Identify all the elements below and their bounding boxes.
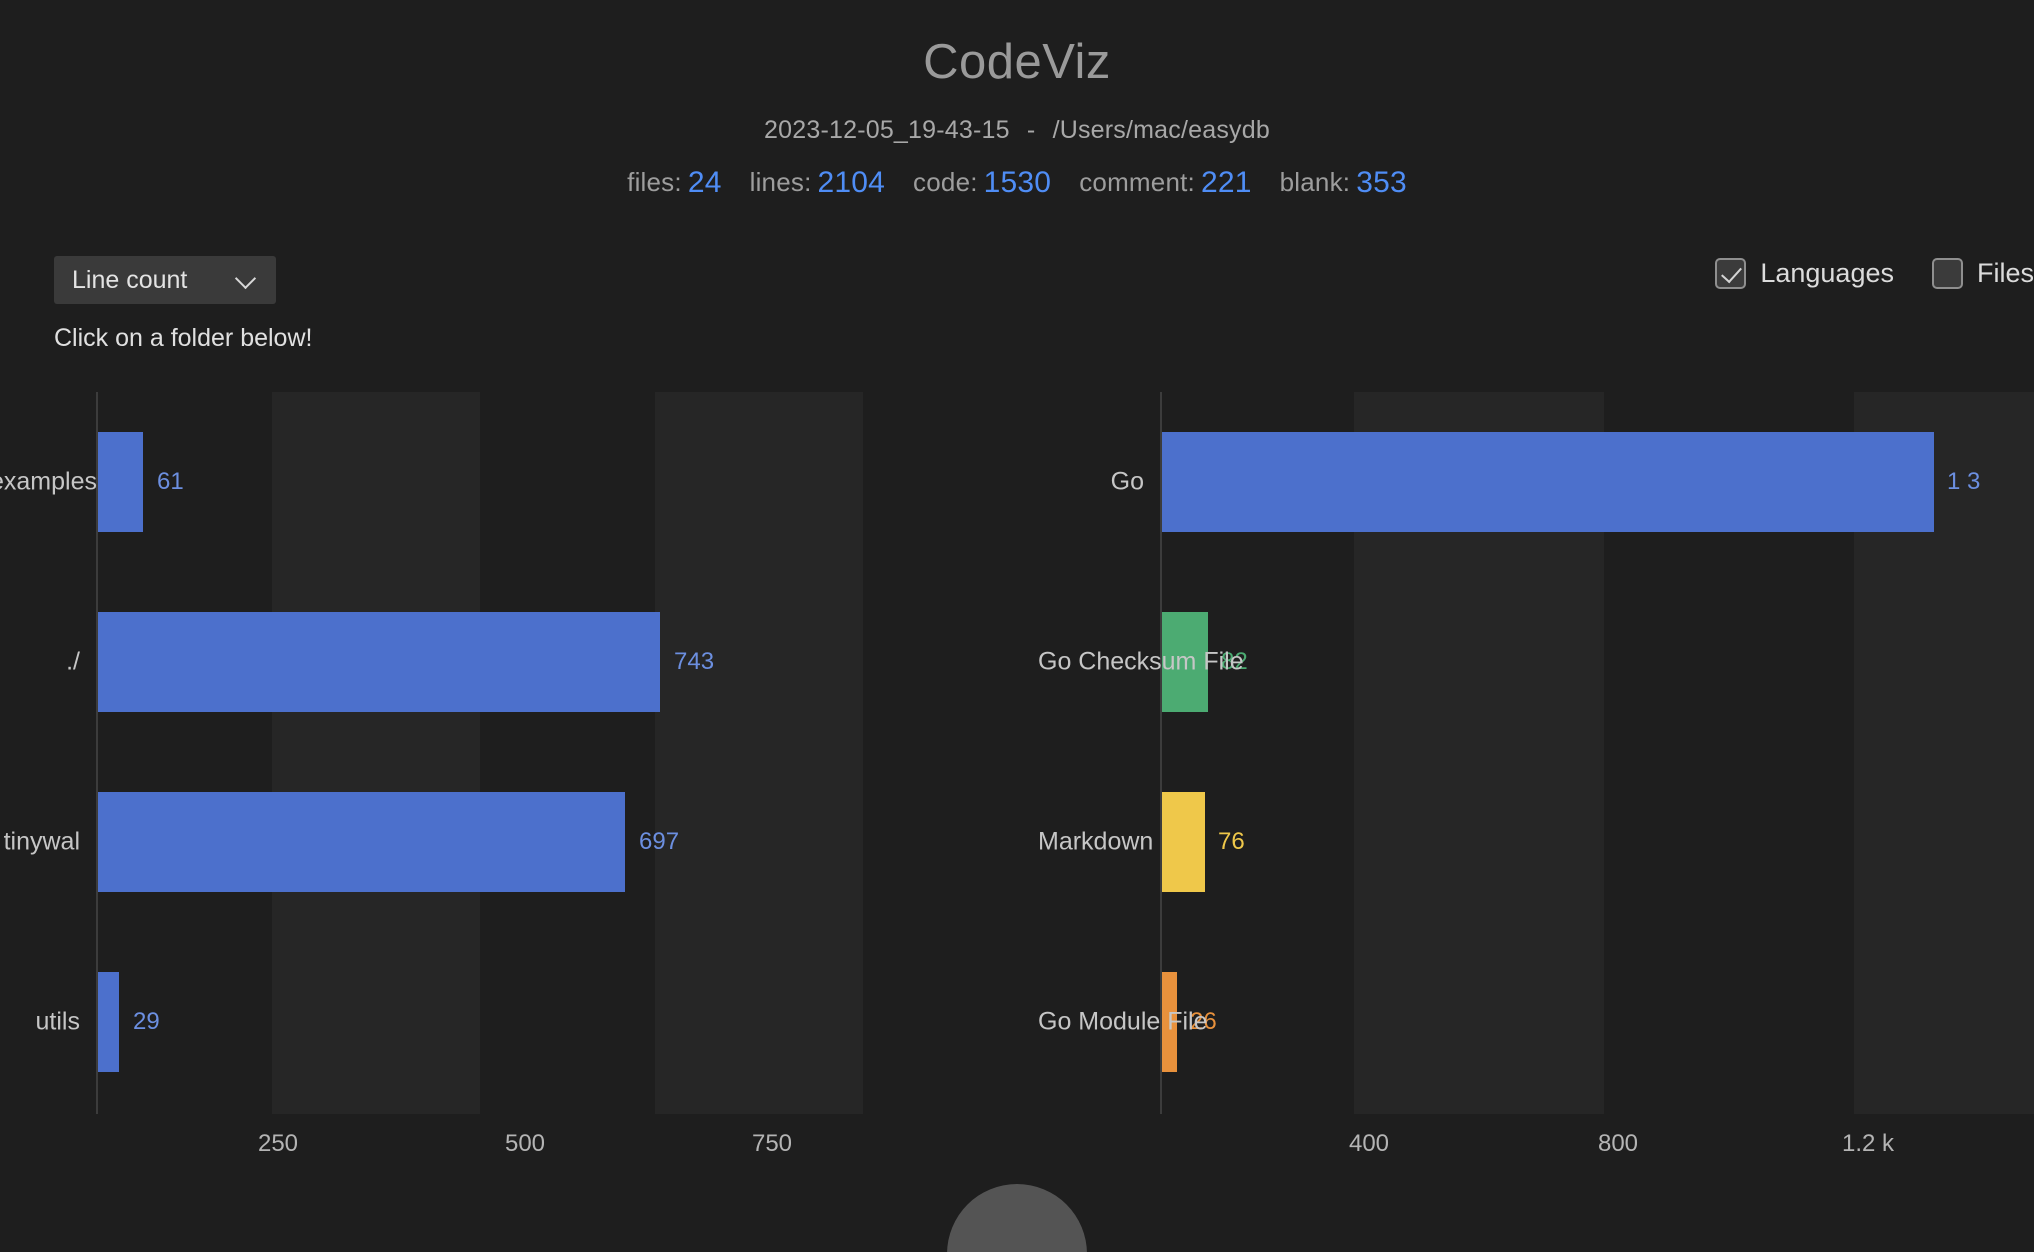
bar-value-examples: 61 xyxy=(157,468,184,495)
report-subtitle: 2023-12-05_19-43-15 - /Users/mac/easydb xyxy=(0,116,2034,145)
chart-folders: 61 743 697 29 examples ./ tinywal utils … xyxy=(0,392,1038,1157)
bar-row-go-checksum-file[interactable]: 82 xyxy=(1161,572,2034,752)
stat-lines: lines: 2104 xyxy=(750,166,885,200)
category-label-root: ./ xyxy=(66,647,80,676)
checkbox-files[interactable]: Files xyxy=(1931,258,2034,289)
stat-code-value: 1530 xyxy=(983,165,1052,199)
stat-blank: blank: 353 xyxy=(1280,166,1407,200)
stat-blank-value: 353 xyxy=(1356,165,1407,199)
chart-folders-axis xyxy=(96,392,98,1114)
category-label-examples: examples xyxy=(0,467,97,496)
chart-languages-axis xyxy=(1160,392,1162,1114)
bar-row-go-module-file[interactable]: 26 xyxy=(1161,932,2034,1112)
checkbox-languages-label: Languages xyxy=(1760,258,1894,288)
chart-folders-plot: 61 743 697 29 xyxy=(97,392,1000,1114)
category-label-tinywal: tinywal xyxy=(3,827,80,856)
bar-tinywal[interactable] xyxy=(97,792,625,892)
bar-value-markdown: 76 xyxy=(1218,828,1245,855)
bar-value-root: 743 xyxy=(674,648,715,675)
stat-comment-label: comment: xyxy=(1079,166,1195,197)
category-label-utils: utils xyxy=(35,1007,80,1036)
folder-hint: Click on a folder below! xyxy=(54,324,313,352)
bar-row-utils[interactable]: 29 xyxy=(97,932,1000,1112)
stat-comment: comment: 221 xyxy=(1079,166,1251,200)
bar-value-go: 1 3 xyxy=(1947,468,1981,495)
page-title: CodeViz xyxy=(923,35,1111,89)
bar-root[interactable] xyxy=(97,612,660,712)
xtick-400: 400 xyxy=(1348,1130,1390,1157)
controls-row: Line count Languages Files xyxy=(0,256,2034,304)
bar-row-tinywal[interactable]: 697 xyxy=(97,752,1000,932)
charts-area: 61 743 697 29 examples ./ tinywal utils … xyxy=(0,392,2034,1157)
category-label-go: Go xyxy=(1110,467,1144,496)
category-label-go-checksum-file: Go Checksum File xyxy=(1038,647,1244,676)
series-toggles: Languages Files xyxy=(1677,258,2034,289)
subtitle-separator: - xyxy=(1026,115,1036,144)
report-path: /Users/mac/easydb xyxy=(1052,115,1270,144)
chart-languages-plot: 1 3 82 76 26 xyxy=(1161,392,2034,1114)
bar-markdown[interactable] xyxy=(1161,792,1205,892)
stat-blank-label: blank: xyxy=(1279,166,1351,197)
bar-value-tinywal: 697 xyxy=(639,828,680,855)
stat-comment-value: 221 xyxy=(1200,165,1252,199)
checkbox-languages[interactable]: Languages xyxy=(1715,258,1894,289)
bar-utils[interactable] xyxy=(97,972,119,1072)
category-label-markdown: Markdown xyxy=(1038,827,1154,856)
checkbox-languages-box[interactable] xyxy=(1715,258,1747,289)
bar-examples[interactable] xyxy=(97,432,143,532)
bar-row-go[interactable]: 1 3 xyxy=(1161,392,2034,572)
bar-row-root[interactable]: 743 xyxy=(97,572,1000,752)
bar-row-examples[interactable]: 61 xyxy=(97,392,1000,572)
stat-code: code: 1530 xyxy=(913,166,1051,200)
stat-lines-label: lines: xyxy=(749,166,812,197)
xtick-250: 250 xyxy=(257,1130,299,1157)
xtick-500: 500 xyxy=(504,1130,546,1157)
bar-go[interactable] xyxy=(1161,432,1934,532)
chart-languages: 1 3 82 76 26 Go Go Checksum File Markdow… xyxy=(1038,392,2034,1157)
stat-lines-value: 2104 xyxy=(817,165,886,199)
bar-value-utils: 29 xyxy=(133,1008,160,1035)
stat-code-label: code: xyxy=(913,166,978,197)
report-timestamp: 2023-12-05_19-43-15 xyxy=(764,115,1010,144)
xtick-750: 750 xyxy=(751,1130,793,1157)
chevron-down-icon xyxy=(236,269,258,291)
xtick-1200: 1.2 k xyxy=(1841,1130,1895,1157)
metric-select-value: Line count xyxy=(72,265,188,294)
metric-select[interactable]: Line count xyxy=(54,256,276,304)
checkbox-files-box[interactable] xyxy=(1931,258,1963,289)
summary-stats: files: 24 lines: 2104 code: 1530 comment: 22… xyxy=(0,166,2034,200)
stat-files-label: files: xyxy=(627,166,682,197)
stat-files-value: 24 xyxy=(687,165,722,199)
floating-action-button[interactable] xyxy=(947,1184,1087,1252)
stat-files: files: 24 xyxy=(627,166,721,200)
xtick-800: 800 xyxy=(1597,1130,1639,1157)
codeviz-app: CodeViz 2023-12-05_19-43-15 - /Users/mac… xyxy=(0,0,2034,1252)
checkbox-files-label: Files xyxy=(1976,258,2034,288)
category-label-go-module-file: Go Module File xyxy=(1038,1007,1208,1036)
bar-row-markdown[interactable]: 76 xyxy=(1161,752,2034,932)
